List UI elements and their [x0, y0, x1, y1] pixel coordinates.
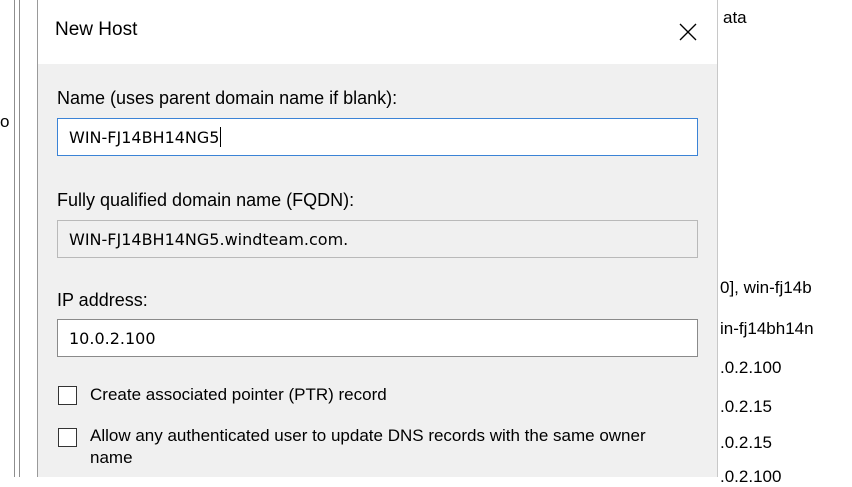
- dialog-titlebar: New Host: [38, 0, 717, 64]
- close-button[interactable]: [665, 10, 711, 54]
- close-icon: [679, 23, 697, 41]
- background-pane-divider-2: [19, 0, 20, 477]
- background-record-data: .0.2.100: [720, 467, 782, 486]
- background-record-data: in-fj14bh14n: [720, 319, 814, 338]
- background-record-data: .0.2.100: [720, 358, 782, 377]
- name-input-value: WIN-FJ14BH14NG5: [69, 127, 220, 147]
- background-column-header: ata: [723, 8, 747, 27]
- fqdn-field: WIN-FJ14BH14NG5.windteam.com.: [57, 220, 698, 258]
- name-label: Name (uses parent domain name if blank):: [57, 88, 398, 108]
- background-left-text: o: [0, 112, 10, 131]
- ip-address-input[interactable]: 10.0.2.100: [57, 319, 698, 357]
- allow-update-label[interactable]: Allow any authenticated user to update D…: [90, 425, 690, 469]
- ptr-record-label[interactable]: Create associated pointer (PTR) record: [90, 384, 387, 406]
- fqdn-label: Fully qualified domain name (FQDN):: [57, 190, 355, 210]
- background-pane-divider: [14, 0, 15, 477]
- ip-address-value: 10.0.2.100: [69, 328, 156, 348]
- ptr-record-checkbox[interactable]: [58, 386, 77, 405]
- name-input[interactable]: WIN-FJ14BH14NG5: [57, 118, 698, 156]
- new-host-dialog: New Host Name (uses parent domain name i…: [37, 0, 718, 477]
- dialog-title: New Host: [55, 19, 138, 40]
- fqdn-value: WIN-FJ14BH14NG5.windteam.com.: [69, 229, 349, 249]
- ip-address-label: IP address:: [57, 290, 148, 310]
- text-caret: [220, 127, 222, 147]
- background-record-data: .0.2.15: [720, 397, 772, 416]
- background-record-data: 0], win-fj14b: [720, 278, 812, 297]
- background-record-data: .0.2.15: [720, 433, 772, 452]
- allow-update-checkbox[interactable]: [58, 428, 77, 447]
